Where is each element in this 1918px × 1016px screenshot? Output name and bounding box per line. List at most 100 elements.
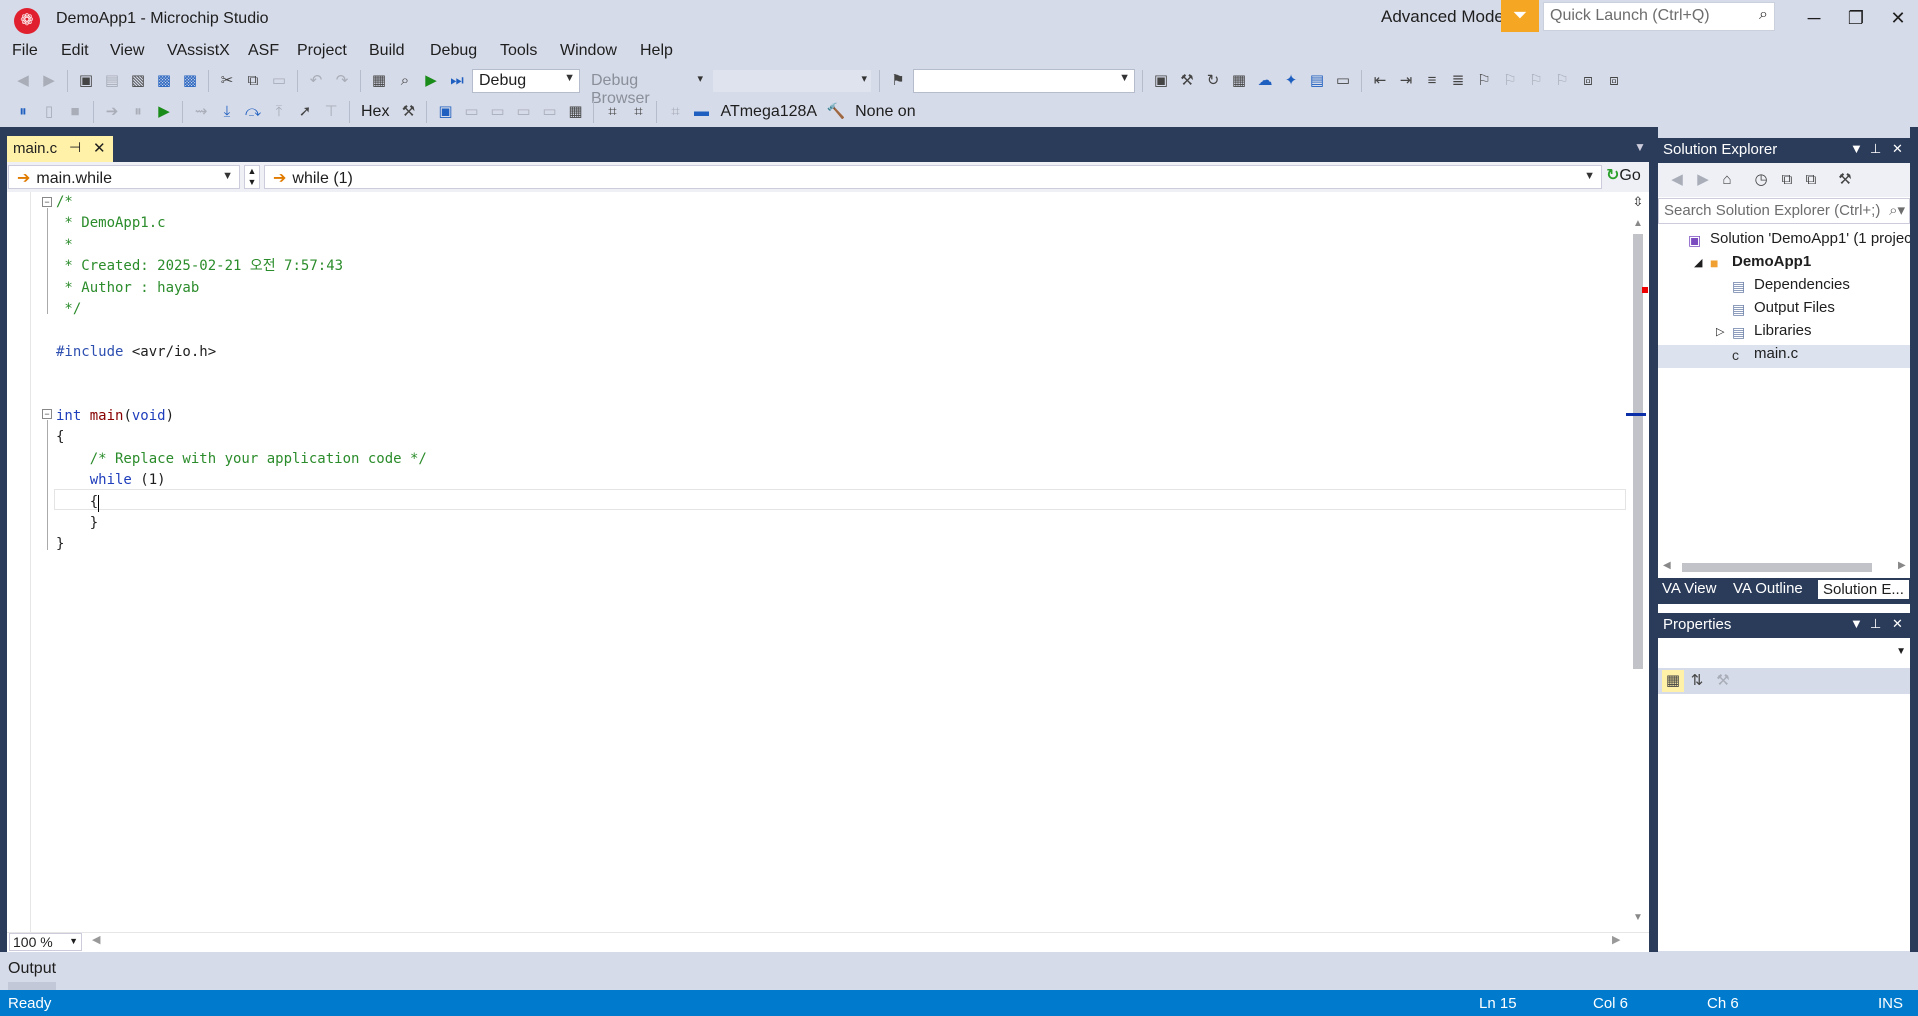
tab-va-outline[interactable]: VA Outline — [1733, 580, 1803, 597]
minimize-button[interactable]: ─ — [1796, 4, 1832, 32]
back-icon[interactable]: ◀ — [12, 70, 34, 92]
run-to-cursor-icon[interactable]: ⇝ — [190, 101, 212, 123]
reset-icon[interactable]: ⊤ — [320, 101, 342, 123]
pin-icon[interactable]: ⊥ — [1870, 141, 1881, 157]
device-icon[interactable]: ▯ — [38, 101, 60, 123]
paste-icon[interactable]: ▭ — [268, 70, 290, 92]
menu-help[interactable]: Help — [640, 42, 673, 60]
scrollbar-thumb[interactable] — [1633, 234, 1643, 669]
pause-icon[interactable]: ⏸ — [127, 101, 149, 123]
processor-icon[interactable]: ▦ — [564, 101, 586, 123]
code-line[interactable]: while (1) — [56, 470, 166, 491]
registers-icon[interactable]: ▭ — [486, 101, 508, 123]
refresh-icon[interactable]: ↻ — [1202, 70, 1224, 92]
scrollbar-thumb[interactable] — [1682, 563, 1872, 572]
indent-icon[interactable]: ⇥ — [1395, 70, 1417, 92]
code-line[interactable]: */ — [56, 299, 81, 320]
tab-overflow-icon[interactable]: ▼ — [1634, 140, 1646, 154]
configuration-select[interactable]: Debug ▼ — [472, 69, 580, 93]
hex-disable-icon[interactable]: ⚒ — [397, 101, 419, 123]
property-pages-icon[interactable]: ⚒ — [1712, 670, 1734, 692]
solution-icon[interactable]: ▣ — [1150, 70, 1172, 92]
clear-bookmarks-icon[interactable]: ⚐ — [1551, 70, 1573, 92]
home-icon[interactable]: ⌂ — [1716, 169, 1738, 191]
menu-tools[interactable]: Tools — [500, 42, 537, 60]
alphabetical-icon[interactable]: ⇅ — [1686, 670, 1708, 692]
cursor-icon[interactable]: ➚ — [294, 101, 316, 123]
expand-icon[interactable]: ◢ — [1694, 256, 1710, 269]
properties-icon[interactable]: ⚒ — [1834, 169, 1856, 191]
menu-debug[interactable]: Debug — [430, 42, 477, 60]
tree-item[interactable]: ◢ ■ DemoApp1 — [1658, 253, 1910, 276]
quick-launch-input[interactable]: Quick Launch (Ctrl+Q) ⌕ — [1543, 2, 1775, 31]
scroll-right-icon[interactable]: ▶ — [1612, 933, 1620, 946]
scroll-left-icon[interactable]: ◀ — [92, 933, 100, 946]
code-line[interactable]: * Author : hayab — [56, 278, 199, 299]
output-tab[interactable]: Output — [8, 960, 56, 978]
scroll-right-icon[interactable]: ▶ — [1898, 560, 1906, 571]
undo-icon[interactable]: ↶ — [305, 70, 327, 92]
dropdown-icon[interactable]: ▼ — [1850, 616, 1863, 631]
forward-icon[interactable]: ▶ — [38, 70, 60, 92]
break-all-icon[interactable]: ⏸ — [12, 101, 34, 123]
tab-va-view[interactable]: VA View — [1662, 580, 1716, 597]
expand-icon[interactable]: ▷ — [1716, 325, 1732, 338]
code-line[interactable]: int main(void) — [56, 406, 174, 427]
categorized-icon[interactable]: ▦ — [1662, 670, 1684, 692]
gallery-icon[interactable]: ✦ — [1280, 70, 1302, 92]
toggle-all-icon[interactable]: ⧈ — [1603, 70, 1625, 92]
history-icon[interactable]: ◷ — [1750, 169, 1772, 191]
menu-edit[interactable]: Edit — [61, 42, 89, 60]
terminal-icon[interactable]: ▭ — [1332, 70, 1354, 92]
continue-icon[interactable]: ▶ — [153, 101, 175, 123]
scope-spinner[interactable]: ▲ ▼ — [244, 165, 260, 189]
split-icon[interactable]: ⇳ — [1630, 194, 1646, 212]
save-icon[interactable]: ▩ — [153, 70, 175, 92]
code-line[interactable]: * — [56, 235, 72, 256]
hex-toggle[interactable]: Hex — [357, 103, 393, 121]
tool-icon[interactable]: 🔨 — [825, 101, 847, 123]
extension-icon[interactable]: ☁ — [1254, 70, 1276, 92]
code-line[interactable]: * Created: 2025-02-21 오전 7:57:43 — [56, 256, 343, 277]
tool-label[interactable]: None on — [851, 103, 920, 121]
filter-icon[interactable]: ⏷ — [1501, 0, 1539, 32]
advanced-mode-label[interactable]: Advanced Mode — [1381, 7, 1504, 27]
code-line[interactable]: #include <avr/io.h> — [56, 342, 216, 363]
scope-select[interactable]: ➔ main.while ▼ — [8, 165, 240, 189]
tree-item[interactable]: ▤ Output Files — [1658, 299, 1910, 322]
restore-button[interactable]: ❐ — [1838, 4, 1874, 32]
device-programming-icon[interactable]: ▦ — [1228, 70, 1250, 92]
zoom-select[interactable]: 100 % ▼ — [9, 933, 82, 951]
start-debugging-icon[interactable]: ▶ — [420, 70, 442, 92]
step-into-icon[interactable]: ⤓ — [216, 101, 238, 123]
close-tab-icon[interactable]: ✕ — [93, 139, 106, 157]
tab-solution-explorer[interactable]: Solution E... — [1818, 580, 1909, 599]
tab-main-c[interactable]: main.c ⊣ ✕ — [7, 136, 113, 162]
tree-item[interactable]: ▷ ▤ Libraries — [1658, 322, 1910, 345]
scroll-up-icon[interactable]: ▲ — [1633, 218, 1643, 229]
zoom-icon[interactable]: ⌕ — [394, 70, 416, 92]
go-button[interactable]: ↻Go — [1606, 165, 1648, 189]
fold-icon[interactable]: − — [42, 409, 52, 419]
outdent-icon[interactable]: ⇤ — [1369, 70, 1391, 92]
chip-disabled-icon[interactable]: ⌗ — [664, 101, 686, 123]
solution-search-input[interactable]: Search Solution Explorer (Ctrl+;) ⌕▾ — [1658, 198, 1910, 224]
step-out-icon[interactable]: ⤒ — [268, 101, 290, 123]
menu-project[interactable]: Project — [297, 42, 347, 60]
device-label[interactable]: ATmega128A — [716, 103, 821, 121]
close-icon[interactable]: ✕ — [1892, 141, 1903, 157]
code-line[interactable]: { — [56, 427, 64, 448]
step-over-icon[interactable]: ⤼ — [242, 101, 264, 123]
member-select[interactable]: ➔ while (1) ▼ — [264, 165, 1602, 189]
mcc-icon[interactable]: ▤ — [1306, 70, 1328, 92]
chip-settings-icon[interactable]: ⌗ — [627, 101, 649, 123]
code-line[interactable]: { — [56, 492, 98, 513]
menu-window[interactable]: Window — [560, 42, 617, 60]
menu-view[interactable]: View — [110, 42, 144, 60]
scroll-down-icon[interactable]: ▼ — [1633, 912, 1643, 923]
code-line[interactable]: /* Replace with your application code */ — [56, 449, 427, 470]
add-item-icon[interactable]: ▤ — [101, 70, 123, 92]
disassembly-icon[interactable]: ▭ — [460, 101, 482, 123]
tree-item[interactable]: ▣ Solution 'DemoApp1' (1 project) — [1658, 230, 1910, 253]
back-icon[interactable]: ◀ — [1666, 169, 1688, 191]
